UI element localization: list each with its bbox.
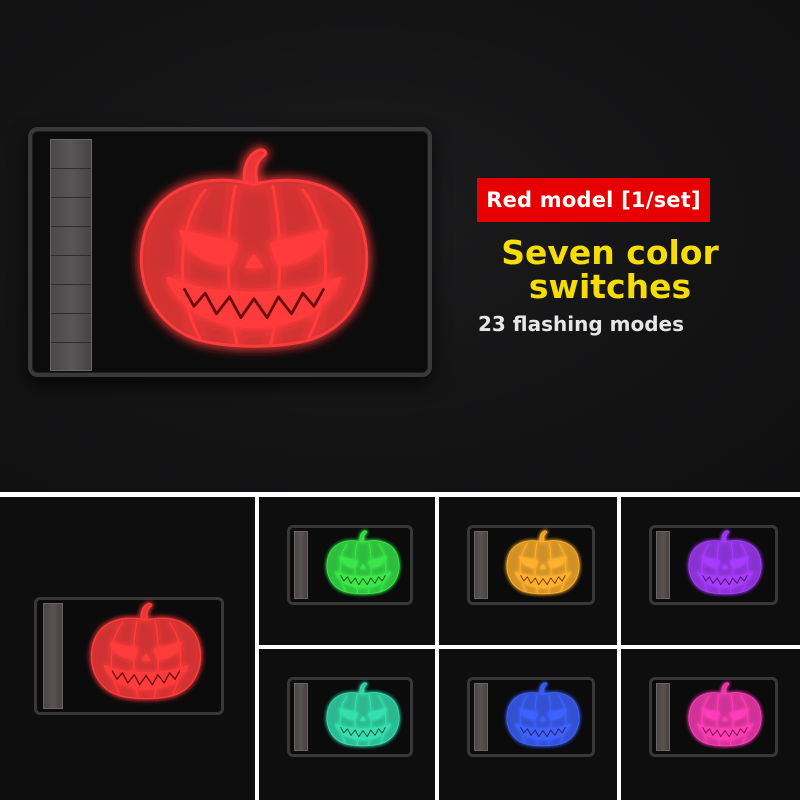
- variant-cell-red: [0, 497, 255, 800]
- light-panel-pink: [649, 677, 778, 757]
- variant-cell-orange: [439, 497, 617, 645]
- solar-panel: [294, 531, 308, 599]
- variant-cell-blue: [439, 649, 617, 800]
- jack-o-lantern-icon: [132, 145, 376, 359]
- jack-o-lantern-icon: [686, 682, 764, 752]
- flashing-modes-label: 23 flashing modes: [478, 312, 684, 336]
- headline-line-1: Seven color: [501, 233, 719, 272]
- solar-panel: [474, 531, 488, 599]
- solar-panel: [50, 139, 92, 371]
- jack-o-lantern-icon: [87, 602, 205, 706]
- solar-panel: [656, 531, 670, 599]
- solar-panel: [474, 683, 488, 751]
- jack-o-lantern-icon: [324, 682, 402, 752]
- headline-line-2: switches: [528, 267, 692, 306]
- jack-o-lantern-icon: [324, 530, 402, 600]
- variant-cell-purple: [621, 497, 800, 645]
- jack-o-lantern-icon: [686, 530, 764, 600]
- light-panel-purple: [649, 525, 778, 605]
- model-badge: Red model [1/set]: [477, 178, 710, 222]
- jack-o-lantern-icon: [504, 530, 582, 600]
- light-panel-green: [287, 525, 413, 605]
- headline: Seven color switches: [490, 236, 730, 304]
- light-panel-red: [34, 597, 224, 715]
- light-panel-blue: [467, 677, 595, 757]
- light-panel-orange: [467, 525, 595, 605]
- variant-cell-pink: [621, 649, 800, 800]
- hero-section: Red model [1/set] Seven color switches 2…: [0, 0, 800, 492]
- jack-o-lantern-icon: [504, 682, 582, 752]
- light-panel-teal: [287, 677, 413, 757]
- solar-panel: [656, 683, 670, 751]
- solar-panel: [43, 603, 63, 709]
- variant-cell-teal: [259, 649, 435, 800]
- solar-panel: [294, 683, 308, 751]
- main-light-panel: [28, 127, 432, 377]
- variant-cell-green: [259, 497, 435, 645]
